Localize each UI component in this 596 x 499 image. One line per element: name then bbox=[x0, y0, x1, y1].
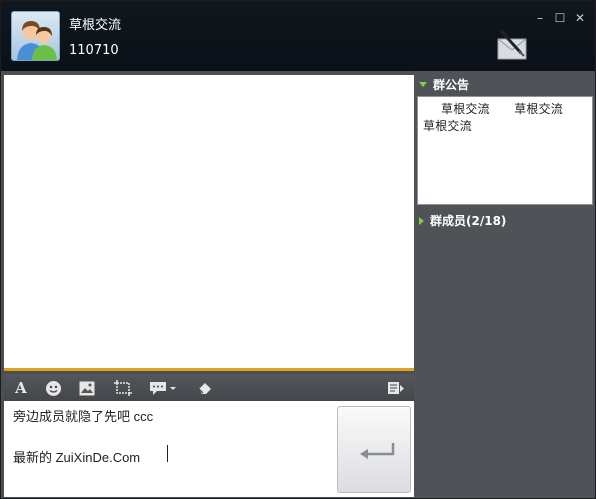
group-id: 110710 bbox=[69, 43, 119, 58]
send-button[interactable] bbox=[337, 406, 411, 493]
group-avatar[interactable] bbox=[11, 11, 60, 61]
title-bar[interactable]: 草根交流 110710 – ☐ ✕ bbox=[1, 1, 595, 71]
emoji-icon[interactable] bbox=[43, 378, 63, 398]
close-button[interactable]: ✕ bbox=[573, 11, 587, 25]
group-sidebar: 群公告 草根交流 草根交流 草根交流 群成员(2/18) bbox=[414, 71, 595, 498]
members-header[interactable]: 群成员(2/18) bbox=[419, 212, 506, 229]
members-title: 群成员(2/18) bbox=[430, 214, 507, 228]
expand-down-icon bbox=[419, 82, 427, 87]
image-icon[interactable] bbox=[77, 378, 97, 398]
message-input[interactable]: 旁边成员就隐了先吧 ccc 最新的 ZuiXinDe.Com bbox=[4, 401, 414, 497]
announcement-text: 草根交流 草根交流 草根交流 bbox=[417, 96, 593, 205]
group-avatar-icon bbox=[17, 21, 57, 60]
announcement-header[interactable]: 群公告 bbox=[419, 76, 469, 93]
input-text-line-2: 最新的 ZuiXinDe.Com bbox=[13, 450, 141, 465]
font-icon[interactable]: A bbox=[11, 378, 31, 398]
enter-icon bbox=[360, 443, 395, 459]
input-toolbar: A bbox=[4, 374, 414, 401]
chat-history[interactable] bbox=[4, 75, 414, 371]
announcement-title: 群公告 bbox=[433, 78, 470, 92]
screenshot-icon[interactable] bbox=[113, 378, 133, 398]
group-mail-icon[interactable] bbox=[497, 29, 527, 61]
history-icon[interactable] bbox=[386, 378, 406, 398]
minimize-button[interactable]: – bbox=[533, 11, 547, 25]
chat-window: 草根交流 110710 – ☐ ✕ A 旁边成员就隐了先吧 ccc 最新的 Zu… bbox=[0, 0, 596, 499]
group-name: 草根交流 bbox=[69, 18, 122, 33]
input-text-line-1: 旁边成员就隐了先吧 ccc bbox=[13, 409, 154, 424]
quick-reply-icon[interactable] bbox=[149, 378, 179, 398]
text-caret bbox=[167, 445, 168, 462]
clear-icon[interactable] bbox=[194, 378, 214, 398]
maximize-button[interactable]: ☐ bbox=[553, 11, 567, 25]
expand-right-icon bbox=[419, 216, 424, 225]
